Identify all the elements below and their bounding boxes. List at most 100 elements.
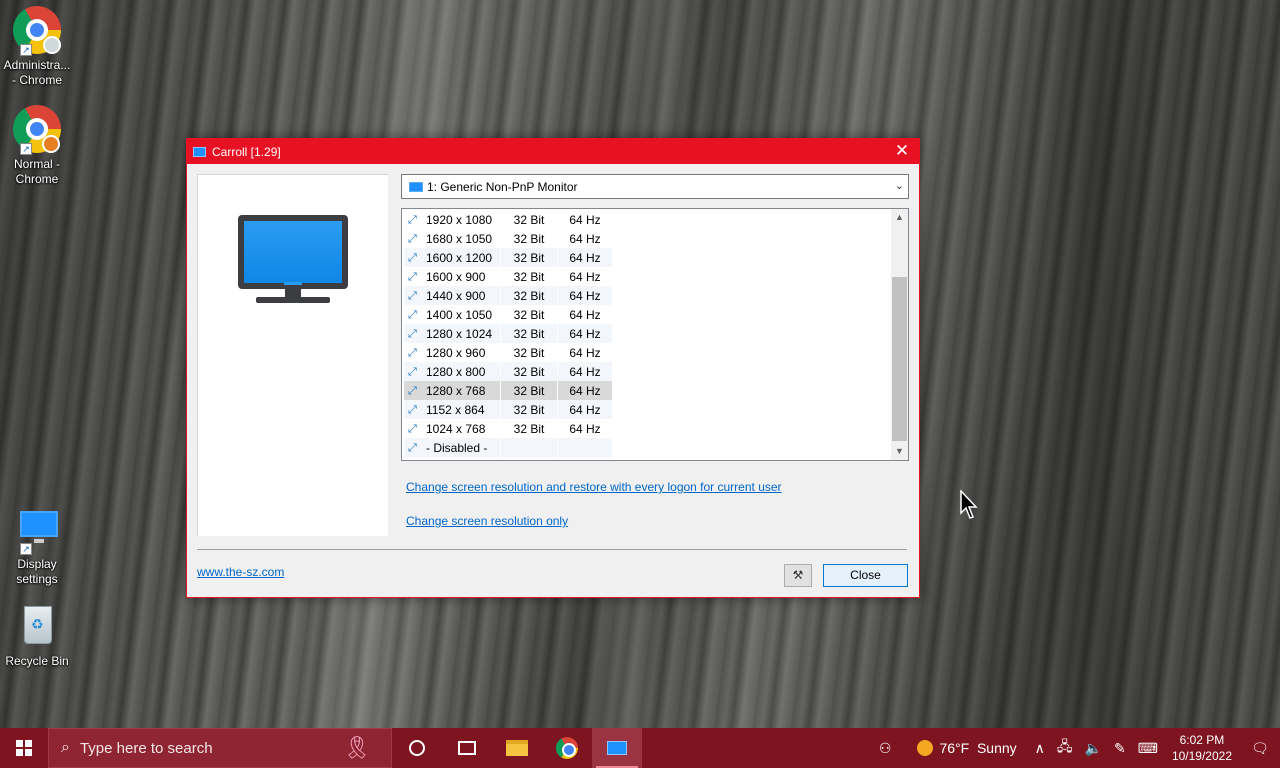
resolution-row[interactable]: ⤢ 1600 x 900 32 Bit 64 Hz xyxy=(404,267,612,286)
desktop-icon-normal-chrome[interactable]: ↗ Normal - Chrome xyxy=(2,105,72,187)
task-view-button[interactable] xyxy=(442,728,492,768)
monitor-icon xyxy=(193,146,206,157)
resolution-row[interactable]: ⤢ 1024 x 768 32 Bit 64 Hz xyxy=(404,419,612,438)
bit-depth: 32 Bit xyxy=(501,248,557,267)
close-icon[interactable]: ✕ xyxy=(885,139,919,164)
monitor-dropdown-value: 1: Generic Non-PnP Monitor xyxy=(427,179,578,194)
profile-badge-icon xyxy=(43,36,61,54)
refresh-rate: 64 Hz xyxy=(558,381,612,400)
awareness-ribbon-icon: 🎗 xyxy=(343,735,371,760)
scroll-up-icon[interactable]: ▲ xyxy=(891,209,908,226)
resolution-row[interactable]: ⤢ 1440 x 900 32 Bit 64 Hz xyxy=(404,286,612,305)
bit-depth: 32 Bit xyxy=(501,343,557,362)
chevron-down-icon: ⌄ xyxy=(894,180,904,192)
shortcut-arrow-icon: ↗ xyxy=(20,44,32,56)
bit-depth xyxy=(501,438,557,457)
resolution-value: 1280 x 768 xyxy=(426,383,486,398)
website-link[interactable]: www.the-sz.com xyxy=(197,565,284,579)
chrome-icon xyxy=(556,737,578,759)
refresh-rate: 64 Hz xyxy=(558,400,612,419)
change-resolution-only-link[interactable]: Change screen resolution only xyxy=(406,514,568,528)
keyboard-icon: ⌨ xyxy=(1137,739,1158,756)
resolution-list[interactable]: ⤢ 1920 x 1080 32 Bit 64 Hz ⤢ 1680 x 1050 3… xyxy=(401,208,909,461)
start-button[interactable] xyxy=(0,728,48,768)
cortana-button[interactable] xyxy=(392,728,442,768)
resize-icon: ⤢ xyxy=(408,232,417,245)
taskbar-search[interactable]: ⌕ Type here to search 🎗 xyxy=(48,728,392,768)
wallpaper-streak xyxy=(1040,0,1160,728)
clock[interactable]: 6:02 PM 10/19/2022 xyxy=(1164,732,1240,764)
resolution-row[interactable]: ⤢ 1280 x 1024 32 Bit 64 Hz xyxy=(404,324,612,343)
chrome-icon: ↗ xyxy=(12,105,62,155)
clock-date: 10/19/2022 xyxy=(1171,749,1232,763)
bit-depth: 32 Bit xyxy=(501,362,557,381)
bit-depth: 32 Bit xyxy=(501,267,557,286)
resize-icon: ⤢ xyxy=(408,365,417,378)
wrench-icon: ⚒ xyxy=(792,568,804,582)
resolution-row[interactable]: ⤢ 1280 x 960 32 Bit 64 Hz xyxy=(404,343,612,362)
resize-icon: ⤢ xyxy=(408,308,417,321)
scroll-down-icon[interactable]: ▼ xyxy=(891,443,908,460)
bit-depth: 32 Bit xyxy=(501,305,557,324)
carroll-window: Carroll [1.29] ✕ 1: Generic Non-PnP Moni… xyxy=(186,138,920,598)
network-button[interactable]: 🖧 xyxy=(1051,728,1079,768)
resize-icon: ⤢ xyxy=(408,384,417,397)
resolution-row[interactable]: ⤢ 1400 x 1050 32 Bit 64 Hz xyxy=(404,305,612,324)
vertical-scrollbar[interactable]: ▲ ▼ xyxy=(891,209,908,460)
change-resolution-restore-link[interactable]: Change screen resolution and restore wit… xyxy=(406,480,782,494)
search-placeholder: Type here to search xyxy=(79,739,213,757)
weather-condition: Sunny xyxy=(976,740,1017,756)
preview-panel xyxy=(197,174,388,536)
desktop-icon-recycle-bin[interactable]: Recycle Bin xyxy=(2,602,72,669)
title-bar[interactable]: Carroll [1.29] ✕ xyxy=(187,139,919,164)
resize-icon: ⤢ xyxy=(408,422,417,435)
cortana-icon xyxy=(409,740,425,756)
refresh-rate: 64 Hz xyxy=(558,286,612,305)
resolution-row[interactable]: ⤢ - Disabled - xyxy=(404,438,612,457)
divider xyxy=(197,549,907,550)
resize-icon: ⤢ xyxy=(408,289,417,302)
keyboard-button[interactable]: ⌨ xyxy=(1132,728,1164,768)
shortcut-arrow-icon: ↗ xyxy=(20,143,32,155)
monitor-icon: ↗ xyxy=(12,505,62,555)
shortcut-arrow-icon: ↗ xyxy=(20,543,32,555)
show-hidden-icons-button[interactable]: ∧ xyxy=(1023,728,1051,768)
resolution-row-selected[interactable]: ⤢ 1280 x 768 32 Bit 64 Hz xyxy=(404,381,612,400)
resolution-row[interactable]: ⤢ 1152 x 864 32 Bit 64 Hz xyxy=(404,400,612,419)
bit-depth: 32 Bit xyxy=(501,400,557,419)
window-title: Carroll [1.29] xyxy=(212,144,281,159)
network-icon: 🖧 xyxy=(1056,738,1073,754)
resize-icon: ⤢ xyxy=(408,251,417,264)
notifications-button[interactable]: 🗨 xyxy=(1240,728,1280,768)
resolution-row[interactable]: ⤢ 1280 x 800 32 Bit 64 Hz xyxy=(404,362,612,381)
desktop-icon-display-settings[interactable]: ↗ Display settings xyxy=(2,505,72,587)
desktop-icon-label: Display settings xyxy=(16,557,58,586)
monitor-dropdown[interactable]: 1: Generic Non-PnP Monitor ⌄ xyxy=(401,174,909,199)
resolution-value: 1600 x 1200 xyxy=(426,250,493,265)
refresh-rate: 64 Hz xyxy=(558,419,612,438)
clock-time: 6:02 PM xyxy=(1179,733,1225,747)
people-icon: ⚇ xyxy=(878,739,892,756)
chevron-up-icon: ∧ xyxy=(1034,739,1045,756)
basketball-badge-icon xyxy=(42,135,60,153)
desktop-icon-label: Recycle Bin xyxy=(5,654,69,668)
desktop-icon-admin-chrome[interactable]: ↗ Administra... - Chrome xyxy=(2,6,72,88)
resolution-value: 1024 x 768 xyxy=(426,421,486,436)
carroll-taskbar-button[interactable] xyxy=(592,728,642,768)
resolution-value: 1400 x 1050 xyxy=(426,307,493,322)
resolution-row[interactable]: ⤢ 1600 x 1200 32 Bit 64 Hz xyxy=(404,248,612,267)
resolution-row[interactable]: ⤢ 1680 x 1050 32 Bit 64 Hz xyxy=(404,229,612,248)
people-button[interactable]: ⚇ xyxy=(873,728,898,768)
taskbar: ⌕ Type here to search 🎗 ⚇ 76°F Sunny ∧ 🖧… xyxy=(0,728,1280,768)
close-button[interactable]: Close xyxy=(823,564,908,587)
weather-widget[interactable]: 76°F Sunny xyxy=(897,728,1022,768)
file-explorer-button[interactable] xyxy=(492,728,542,768)
search-icon: ⌕ xyxy=(61,739,70,756)
settings-button[interactable]: ⚒ xyxy=(784,564,812,587)
pen-button[interactable]: ✎ xyxy=(1108,728,1132,768)
chrome-taskbar-button[interactable] xyxy=(542,728,592,768)
volume-button[interactable]: 🔈 xyxy=(1079,728,1108,768)
resolution-row[interactable]: ⤢ 1920 x 1080 32 Bit 64 Hz xyxy=(404,210,612,229)
scrollbar-thumb[interactable] xyxy=(892,277,907,441)
resolution-value: 1440 x 900 xyxy=(426,288,486,303)
